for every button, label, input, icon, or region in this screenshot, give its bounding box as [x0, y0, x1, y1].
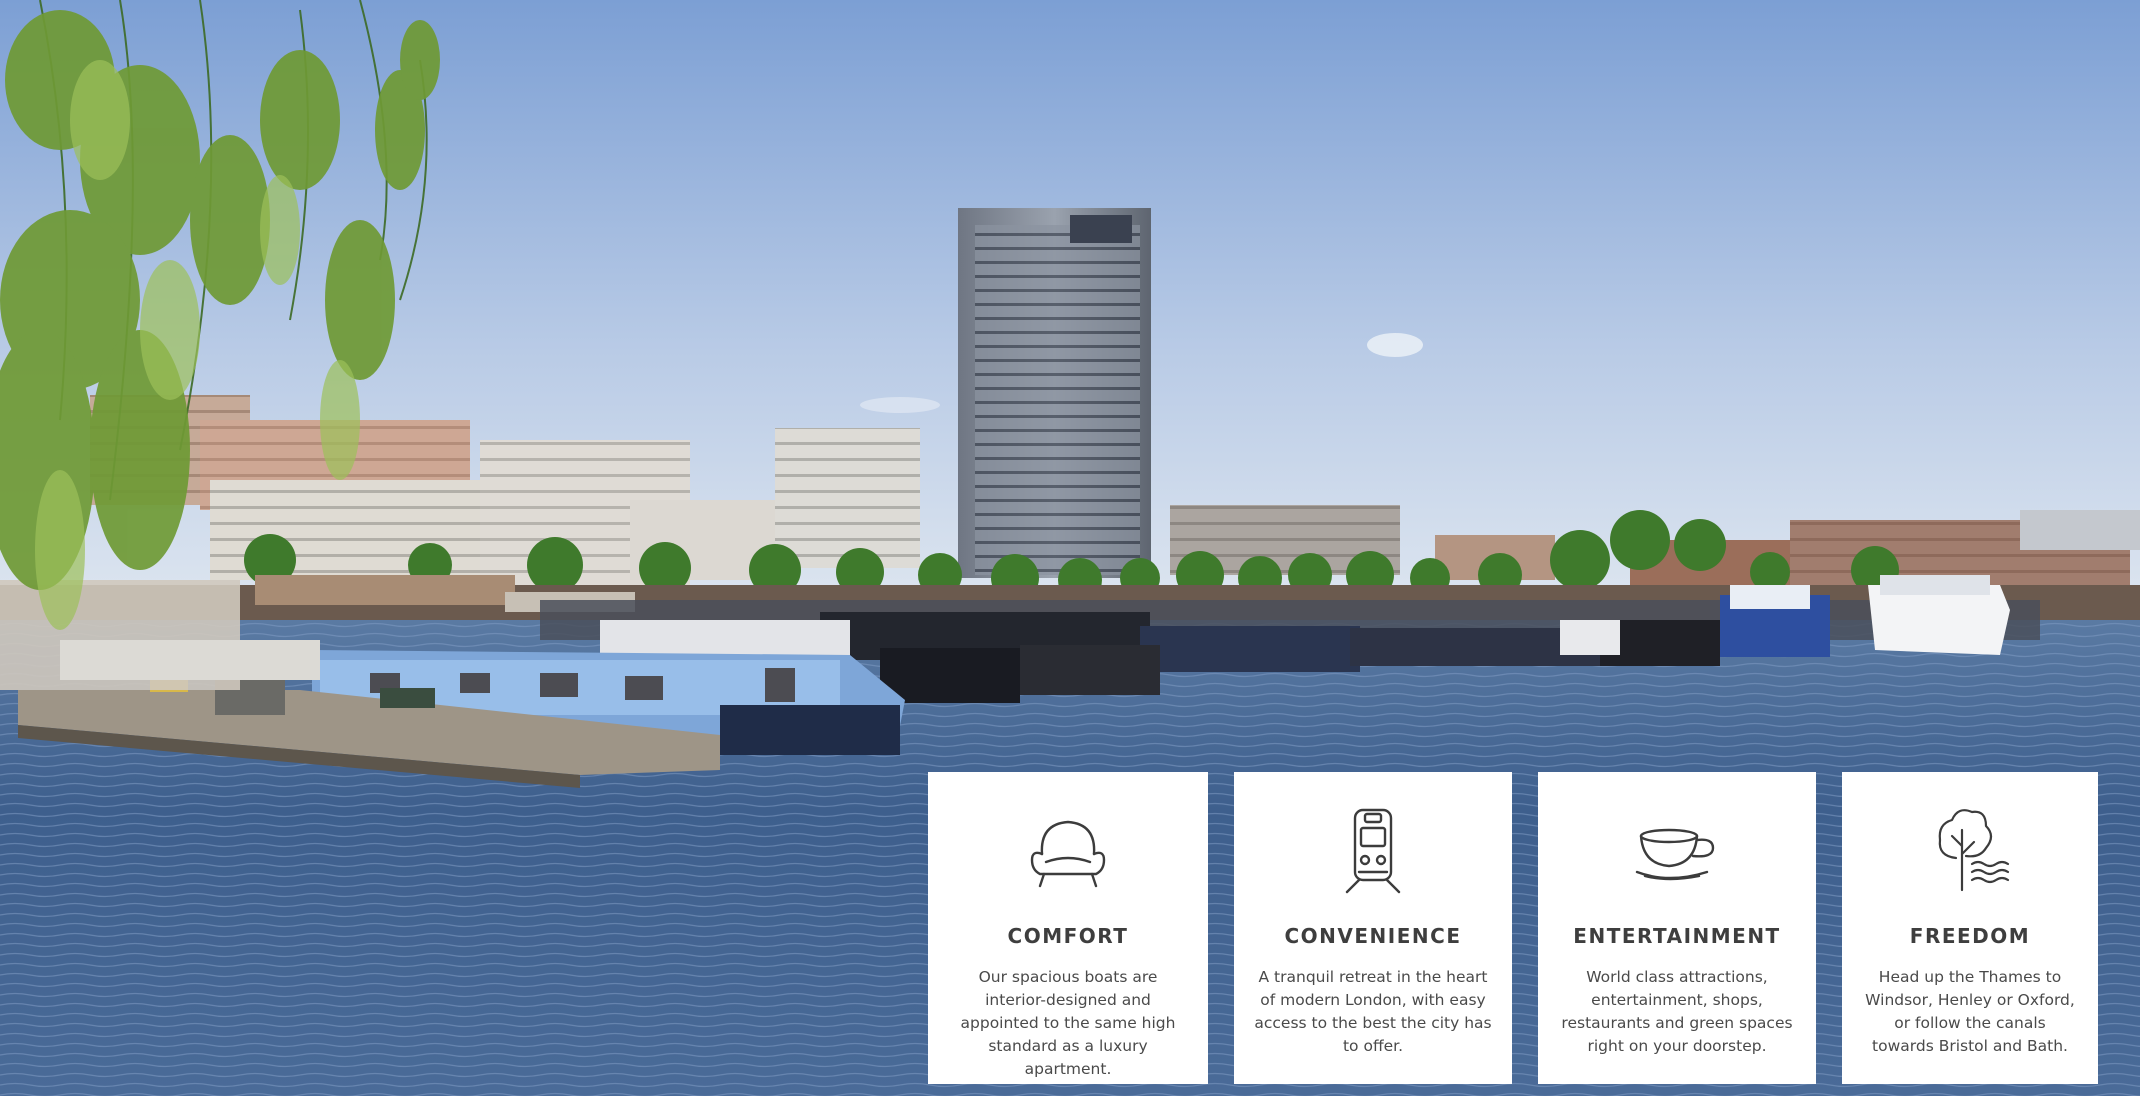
train-icon	[1325, 802, 1421, 898]
feature-description: Head up the Thames to Windsor, Henley or…	[1865, 968, 2075, 1055]
feature-description: World class attractions, entertainment, …	[1561, 968, 1793, 1055]
feature-card-convenience: CONVENIENCE A tranquil retreat in the he…	[1234, 772, 1512, 1084]
feature-card-entertainment: ENTERTAINMENT World class attractions, e…	[1538, 772, 1816, 1084]
feature-title: ENTERTAINMENT	[1573, 924, 1781, 948]
feature-cards: COMFORT Our spacious boats are interior-…	[928, 772, 2098, 1084]
feature-card-freedom: FREEDOM Head up the Thames to Windsor, H…	[1842, 772, 2098, 1084]
tree-water-icon	[1922, 802, 2018, 898]
armchair-icon	[1020, 802, 1116, 898]
coffee-cup-icon	[1629, 802, 1725, 898]
feature-card-comfort: COMFORT Our spacious boats are interior-…	[928, 772, 1208, 1084]
feature-title: CONVENIENCE	[1284, 924, 1462, 948]
feature-title: FREEDOM	[1909, 924, 2031, 948]
feature-description: A tranquil retreat in the heart of moder…	[1254, 968, 1492, 1055]
hero-banner: COMFORT Our spacious boats are interior-…	[0, 0, 2140, 1096]
feature-title: COMFORT	[1007, 924, 1129, 948]
feature-description: Our spacious boats are interior-designed…	[960, 968, 1176, 1078]
